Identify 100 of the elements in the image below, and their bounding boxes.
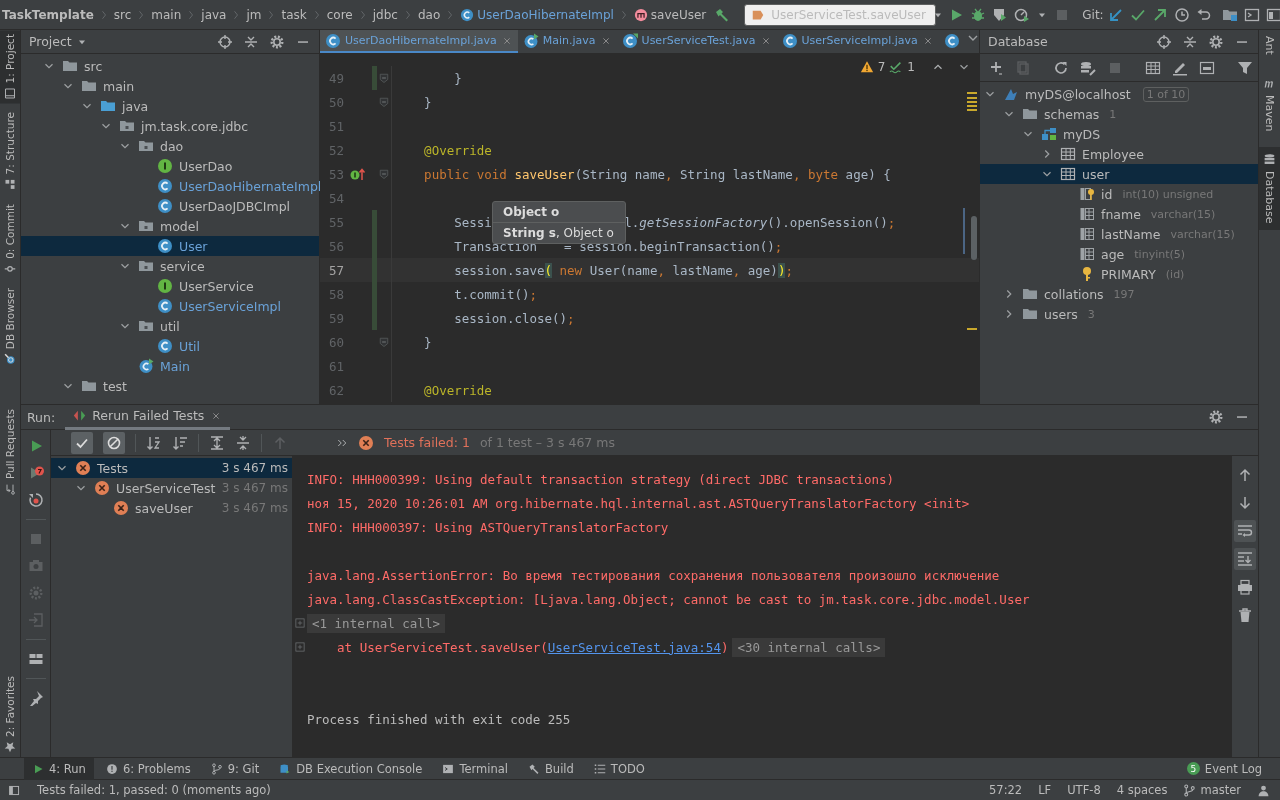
tree-item[interactable]: jm.task.core.jdbc [21, 116, 319, 136]
tree-item[interactable]: dao [21, 136, 319, 156]
tree-item[interactable]: UserServiceImpl [21, 296, 319, 316]
tree-item[interactable]: Main [21, 356, 319, 376]
code-line: session.save( new User(name, lastName, age)); [453, 262, 793, 278]
tool-window-button[interactable]: Build [520, 757, 582, 780]
project-view-dropdown[interactable]: Project [29, 34, 88, 49]
line-number: 61 [327, 358, 344, 374]
source-link[interactable]: UserServiceTest.java:54 [547, 639, 721, 655]
tree-item[interactable]: test [21, 376, 319, 396]
event-log-button[interactable]: 5 Event Log [1180, 760, 1268, 777]
tree-item[interactable]: myDS@localhost 1 of 10 [980, 84, 1258, 104]
tool-window-button[interactable]: Terminal [434, 757, 516, 780]
folded-calls[interactable]: <1 internal call> [307, 613, 445, 633]
tool-window-button[interactable]: 4: Run [24, 757, 94, 780]
tree-item[interactable]: fname varchar(15) [980, 204, 1258, 224]
tests-summary: of 1 test – 3 s 467 ms [479, 435, 615, 450]
breadcrumb[interactable]: saveUser [633, 7, 707, 22]
result-tree-item[interactable]: Tests 3 s 467 ms [51, 458, 292, 478]
tree-item[interactable]: PRIMARY (id) [980, 264, 1258, 284]
breadcrumb[interactable]: core [326, 7, 353, 22]
warning-count[interactable]: 7 [877, 60, 886, 74]
line-number: 62 [327, 382, 344, 398]
file-encoding[interactable]: UTF-8 [1067, 783, 1101, 797]
breadcrumb[interactable]: task [281, 7, 307, 22]
console-line: INFO: HHH000397: Using ASTQueryTranslatorFactory [307, 519, 669, 535]
panel-title: Run: [27, 409, 56, 425]
tree-item[interactable]: UserDaoHibernateImpl [21, 176, 319, 196]
tree-item[interactable]: main [21, 76, 319, 96]
tool-window-button[interactable]: DB Browser [0, 283, 20, 369]
tree-item[interactable]: Employee [980, 144, 1258, 164]
breadcrumb[interactable]: dao [417, 7, 441, 22]
tree-item[interactable]: UserDao [21, 156, 319, 176]
vcs-label: Git: [1082, 7, 1104, 22]
line-number: 52 [327, 142, 344, 158]
breadcrumb[interactable]: java [201, 7, 227, 22]
tree-item[interactable]: UserDaoJDBCImpl [21, 196, 319, 216]
editor-tab[interactable]: UserServiceTest.java [616, 30, 777, 53]
code-line: } [453, 70, 462, 86]
folded-calls[interactable]: <30 internal calls> [732, 637, 886, 657]
tool-window-button[interactable]: 1: Project [0, 30, 20, 104]
tool-window-button[interactable]: TODO [585, 757, 653, 780]
result-tree-item[interactable]: UserServiceTest 3 s 467 ms [51, 478, 292, 498]
console-line: java.lang.AssertionError: Во время тестирования сохранения пользователя произошло исключение [307, 567, 1000, 583]
tool-window-button[interactable]: 0: Commit [0, 199, 20, 279]
editor-tab[interactable]: Main.java [517, 30, 617, 53]
breadcrumb[interactable]: src [113, 7, 132, 22]
tree-item[interactable]: model [21, 216, 319, 236]
line-number: 60 [327, 334, 344, 350]
tool-window-button[interactable]: Maven [1259, 70, 1280, 138]
tool-window-button[interactable]: DB Execution Console [271, 757, 431, 780]
line-number: 56 [327, 238, 344, 254]
code-line: @Override [423, 142, 492, 158]
tests-failed-status: Tests failed: 1 [384, 435, 470, 450]
tree-item[interactable]: user [980, 164, 1258, 184]
tool-window-button[interactable]: 9: Git [202, 757, 268, 780]
indent-setting[interactable]: 4 spaces [1116, 783, 1168, 797]
console-line: ноя 15, 2020 10:26:01 AM org.hibernate.hql.internal.ast.ASTQueryTranslatorFactory <init> [307, 495, 970, 511]
panel-title: Database [988, 34, 1048, 49]
breadcrumb[interactable]: UserDaoHibernateImpl [460, 7, 614, 22]
tree-item[interactable]: schemas 1 [980, 104, 1258, 124]
breadcrumb[interactable]: main [151, 7, 182, 22]
tree-item[interactable]: src [21, 56, 319, 76]
tree-item[interactable]: age tinyint(5) [980, 244, 1258, 264]
console-line: Process finished with exit code 255 [307, 711, 571, 727]
breadcrumb[interactable]: jdbc [372, 7, 398, 22]
tree-item[interactable]: Util [21, 336, 319, 356]
line-number: 57 [327, 262, 344, 278]
tree-item[interactable]: java [21, 96, 319, 116]
status-message[interactable]: Tests failed: 1, passed: 0 (moments ago) [37, 783, 271, 797]
tree-item[interactable]: UserService [21, 276, 319, 296]
tool-window-button[interactable]: Pull Requests [0, 405, 20, 500]
tree-item[interactable]: collations 197 [980, 284, 1258, 304]
stack-frame: ) [720, 639, 729, 655]
git-branch[interactable]: master [1183, 783, 1241, 797]
weak-warning-count[interactable]: 1 [907, 60, 915, 74]
line-separator[interactable]: LF [1038, 783, 1052, 797]
tree-item[interactable]: util [21, 316, 319, 336]
editor-tab[interactable]: UserDaoHibernateImpl.java [320, 30, 518, 53]
tree-item[interactable]: myDS [980, 124, 1258, 144]
breadcrumb[interactable]: jm [246, 7, 262, 22]
tool-window-button[interactable]: 2: Favorites [0, 672, 20, 757]
tool-window-button[interactable]: Database [1259, 147, 1280, 230]
tool-window-button[interactable]: 7: Structure [0, 108, 20, 195]
tree-item[interactable]: id int(10) unsigned [980, 184, 1258, 204]
breadcrumb[interactable]: TaskTemplate [2, 7, 94, 22]
tool-window-button[interactable]: 6: Problems [97, 757, 199, 780]
editor-tab[interactable]: UserServiceImpl.java [776, 30, 939, 53]
tree-item[interactable]: service [21, 256, 319, 276]
tree-item[interactable]: users 3 [980, 304, 1258, 324]
code-line: t.commit(); [453, 286, 537, 302]
run-tab[interactable]: Rerun Failed Tests [65, 404, 231, 430]
line-number: 50 [327, 94, 344, 110]
code-line: } [423, 334, 432, 350]
line-number: 55 [327, 214, 344, 230]
tree-item[interactable]: User [21, 236, 319, 256]
result-tree-item[interactable]: saveUser 3 s 467 ms [51, 498, 292, 518]
caret-position[interactable]: 57:22 [989, 783, 1023, 797]
tree-item[interactable]: lastName varchar(15) [980, 224, 1258, 244]
tool-window-button[interactable]: Ant [1259, 30, 1280, 61]
